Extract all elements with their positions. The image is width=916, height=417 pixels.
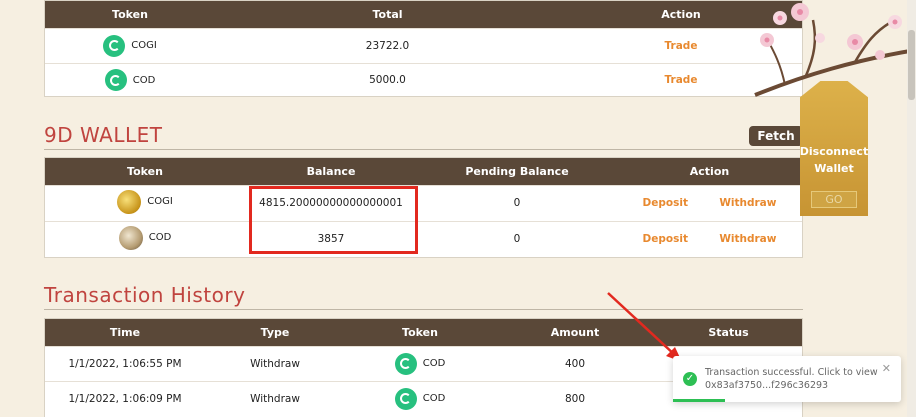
- tx-type: Withdraw: [205, 345, 345, 381]
- toast-message: Transaction successful. Click to view: [705, 367, 878, 378]
- token-name: COD: [422, 358, 446, 369]
- check-circle-icon: ✓: [683, 372, 697, 386]
- history-title: Transaction History: [44, 283, 246, 307]
- tx-type: Withdraw: [205, 380, 345, 416]
- token-name: COD: [422, 393, 446, 405]
- tokens-header-token: Token: [45, 1, 215, 28]
- history-header-token: Token: [345, 319, 495, 346]
- wallet-header-balance: Balance: [245, 158, 417, 185]
- token-name: COGI: [131, 40, 157, 51]
- token-name: COD: [132, 74, 156, 86]
- trade-button[interactable]: Trade: [665, 74, 698, 86]
- go-button[interactable]: GO: [811, 191, 857, 208]
- scrollbar-thumb[interactable]: [908, 30, 915, 100]
- tx-amount: 800: [495, 380, 655, 416]
- tx-time: 1/1/2022, 1:06:55 PM: [45, 345, 205, 381]
- close-icon[interactable]: ✕: [882, 362, 891, 375]
- deposit-button[interactable]: Deposit: [643, 197, 688, 209]
- withdraw-button[interactable]: Withdraw: [719, 197, 776, 209]
- token-total: 5000.0: [215, 62, 560, 97]
- table-row: COGI 4815.20000000000000001 0 Deposit Wi…: [45, 184, 802, 221]
- token-name: COGI: [147, 196, 173, 207]
- token-name: COD: [148, 232, 172, 244]
- page: Token Total Action COGI 23722.0 Trade CO…: [0, 0, 916, 417]
- cogi-token-icon: [103, 34, 126, 57]
- history-header-time: Time: [45, 319, 205, 346]
- cod-token-icon: [394, 352, 417, 375]
- token-total: 23722.0: [215, 27, 560, 63]
- balance-value: 4815.20000000000000001: [245, 184, 417, 221]
- success-toast[interactable]: ✓ Transaction successful. Click to view …: [673, 356, 901, 402]
- wallet-header-token: Token: [45, 158, 245, 185]
- wallet-title: 9D WALLET: [44, 123, 163, 147]
- wallet-divider: [44, 149, 803, 150]
- cod-coin-icon: [118, 225, 143, 250]
- table-row: COGI 23722.0 Trade: [45, 27, 802, 63]
- wallet-table: Token Balance Pending Balance Action COG…: [44, 157, 803, 258]
- tokens-table: Token Total Action COGI 23722.0 Trade CO…: [44, 0, 803, 97]
- deposit-button[interactable]: Deposit: [643, 233, 688, 245]
- toast-progress-bar: [673, 399, 726, 402]
- withdraw-button[interactable]: Withdraw: [719, 233, 776, 245]
- fetch-button[interactable]: Fetch: [749, 126, 803, 146]
- pending-value: 0: [417, 184, 617, 221]
- pending-value: 0: [417, 220, 617, 257]
- disconnect-label: Disconnect: [799, 145, 869, 158]
- scrollbar[interactable]: [907, 0, 916, 417]
- table-row: COD 5000.0 Trade: [45, 62, 802, 97]
- cod-token-icon: [394, 387, 417, 410]
- balance-value: 3857: [245, 220, 417, 257]
- table-row: COD 3857 0 Deposit Withdraw: [45, 220, 802, 257]
- cogi-coin-icon: [117, 189, 142, 214]
- trade-button[interactable]: Trade: [665, 40, 698, 52]
- cod-token-icon: [104, 69, 127, 92]
- history-header-type: Type: [205, 319, 345, 346]
- wallet-header-action: Action: [617, 158, 802, 185]
- wallet-header-pending: Pending Balance: [417, 158, 617, 185]
- tokens-header-total: Total: [215, 1, 560, 28]
- tx-time: 1/1/2022, 1:06:09 PM: [45, 380, 205, 416]
- disconnect-wallet-button[interactable]: Disconnect Wallet GO: [800, 81, 868, 216]
- wallet-label: Wallet: [814, 162, 854, 175]
- toast-tx-hash: 0x83af3750...f296c36293: [705, 380, 829, 391]
